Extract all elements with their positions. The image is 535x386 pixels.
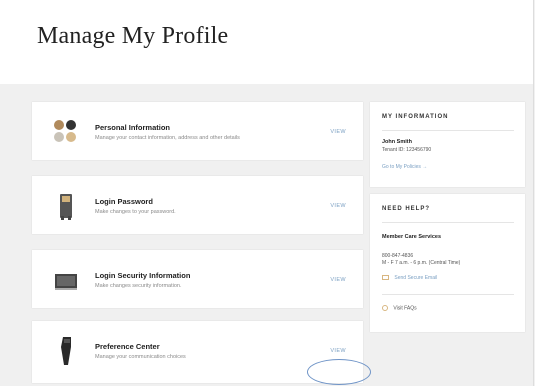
preference-center-icon — [61, 337, 71, 365]
view-login-security-link[interactable]: VIEW — [330, 277, 346, 283]
card-title: Login Security Information — [95, 271, 191, 280]
view-login-password-link[interactable]: VIEW — [330, 203, 346, 209]
login-password-card[interactable]: Login Password Make changes to your pass… — [32, 176, 363, 234]
send-email-row[interactable]: Send Secure Email — [382, 275, 437, 281]
divider — [382, 294, 514, 295]
send-secure-email-link[interactable]: Send Secure Email — [394, 275, 437, 281]
my-information-title: MY INFORMATION — [382, 114, 449, 120]
card-title: Login Password — [95, 197, 153, 206]
personal-information-card[interactable]: Personal Information Manage your contact… — [32, 102, 363, 160]
divider — [382, 130, 514, 131]
member-care-title: Member Care Services — [382, 234, 442, 240]
divider — [382, 222, 514, 223]
my-policies-link[interactable]: Go to My Policies → — [382, 164, 427, 170]
card-description: Manage your communication choices — [95, 354, 186, 360]
view-preference-center-link[interactable]: VIEW — [330, 348, 346, 354]
tenant-id: Tenant ID: 123456790 — [382, 147, 432, 153]
highlight-annotation — [307, 359, 371, 385]
card-description: Make changes to your password. — [95, 209, 176, 215]
login-security-card[interactable]: Login Security Information Make changes … — [32, 250, 363, 308]
personal-info-icon — [54, 120, 76, 142]
card-description: Make changes security information. — [95, 283, 182, 289]
page-header: Manage My Profile — [0, 0, 534, 85]
user-name: John Smith — [382, 139, 412, 145]
phone-number: 800-847-4836 — [382, 253, 414, 259]
envelope-icon — [382, 275, 389, 281]
login-security-icon — [55, 274, 77, 290]
visit-faqs-link[interactable]: Visit FAQs — [393, 305, 416, 311]
service-hours: M - F 7 a.m. - 6 p.m. (Central Time) — [382, 260, 461, 266]
page-title: Manage My Profile — [37, 23, 229, 49]
view-personal-information-link[interactable]: VIEW — [330, 129, 346, 135]
card-title: Personal Information — [95, 123, 171, 132]
question-circle-icon — [382, 305, 388, 311]
card-description: Manage your contact information, address… — [95, 135, 240, 141]
my-information-panel: MY INFORMATION John Smith Tenant ID: 123… — [370, 102, 525, 187]
need-help-title: NEED HELP? — [382, 206, 431, 212]
card-title: Preference Center — [95, 342, 160, 351]
faq-row[interactable]: Visit FAQs — [382, 305, 417, 311]
need-help-panel: NEED HELP? Member Care Services 800-847-… — [370, 194, 525, 332]
login-password-icon — [60, 194, 72, 220]
